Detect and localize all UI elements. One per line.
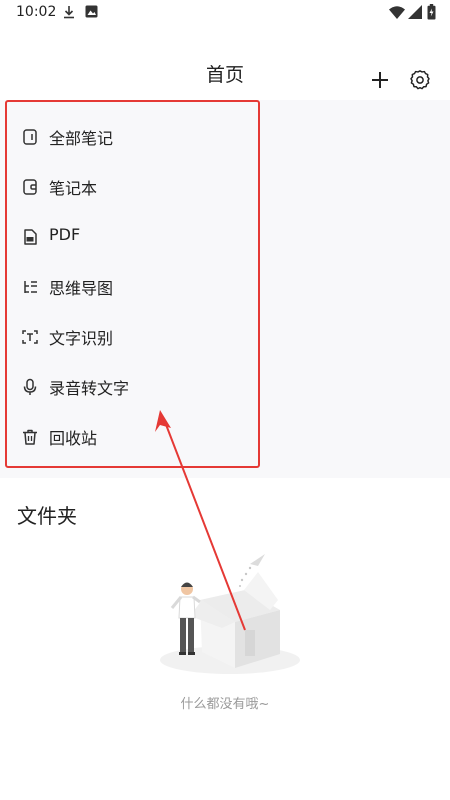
notes-icon <box>23 129 37 145</box>
menu-item-label: 录音转文字 <box>49 379 130 398</box>
notebook-icon <box>23 179 37 195</box>
text-scan-icon <box>22 330 38 344</box>
add-button[interactable] <box>365 65 395 95</box>
download-icon <box>64 6 74 19</box>
gear-icon <box>410 70 430 90</box>
menu-item-label: PDF <box>49 225 81 244</box>
battery-icon <box>427 4 436 20</box>
menu-item-label: 全部笔记 <box>49 129 114 148</box>
empty-box-illustration <box>160 554 300 674</box>
settings-button[interactable] <box>405 65 435 95</box>
microphone-icon <box>23 378 37 395</box>
menu-item-all-notes[interactable]: 全部笔记 <box>7 117 258 157</box>
mindmap-icon <box>24 281 37 293</box>
menu-item-mindmap[interactable]: 思维导图 <box>7 267 258 307</box>
menu-item-pdf[interactable]: PDF <box>7 217 258 257</box>
menu-highlight-box: 全部笔记 笔记本 PDF 思维导图 文字识别 录音转文字 回收站 <box>5 100 260 468</box>
plus-icon <box>372 72 388 88</box>
menu-item-label: 笔记本 <box>49 179 98 198</box>
status-time: 10:02 <box>16 4 57 20</box>
folders-section-title: 文件夹 <box>17 504 77 528</box>
menu-item-notebook[interactable]: 笔记本 <box>7 167 258 207</box>
menu-item-text-recognition[interactable]: 文字识别 <box>7 317 258 357</box>
app-header: 首页 <box>0 40 450 100</box>
empty-state-text: 什么都没有哦~ <box>180 697 270 712</box>
image-notification-icon <box>85 5 98 18</box>
status-bar: 10:02 <box>0 0 450 26</box>
signal-icon <box>408 5 422 19</box>
menu-item-label: 回收站 <box>49 429 98 448</box>
menu-item-label: 思维导图 <box>49 279 114 298</box>
menu-item-label: 文字识别 <box>49 329 114 348</box>
wifi-icon <box>389 6 405 19</box>
trash-icon <box>23 429 37 445</box>
menu-item-recycle-bin[interactable]: 回收站 <box>7 417 258 457</box>
menu-item-voice-to-text[interactable]: 录音转文字 <box>7 367 258 407</box>
pdf-icon <box>24 229 37 245</box>
